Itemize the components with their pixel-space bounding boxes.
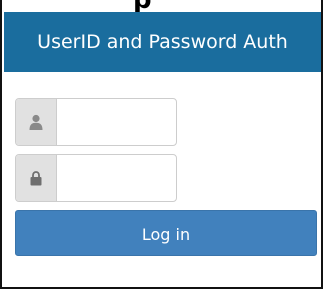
password-field (15, 154, 177, 202)
login-panel: p UserID and Password Auth Log in (0, 0, 323, 289)
password-input[interactable] (57, 155, 173, 199)
lock-icon (16, 155, 57, 201)
userid-input[interactable] (57, 99, 173, 143)
panel-header: UserID and Password Auth (4, 12, 321, 72)
user-icon (16, 99, 57, 145)
login-button[interactable]: Log in (15, 210, 317, 256)
clipped-title-fragment: p (133, 0, 152, 15)
header-title: UserID and Password Auth (37, 31, 288, 53)
userid-field (15, 98, 177, 146)
